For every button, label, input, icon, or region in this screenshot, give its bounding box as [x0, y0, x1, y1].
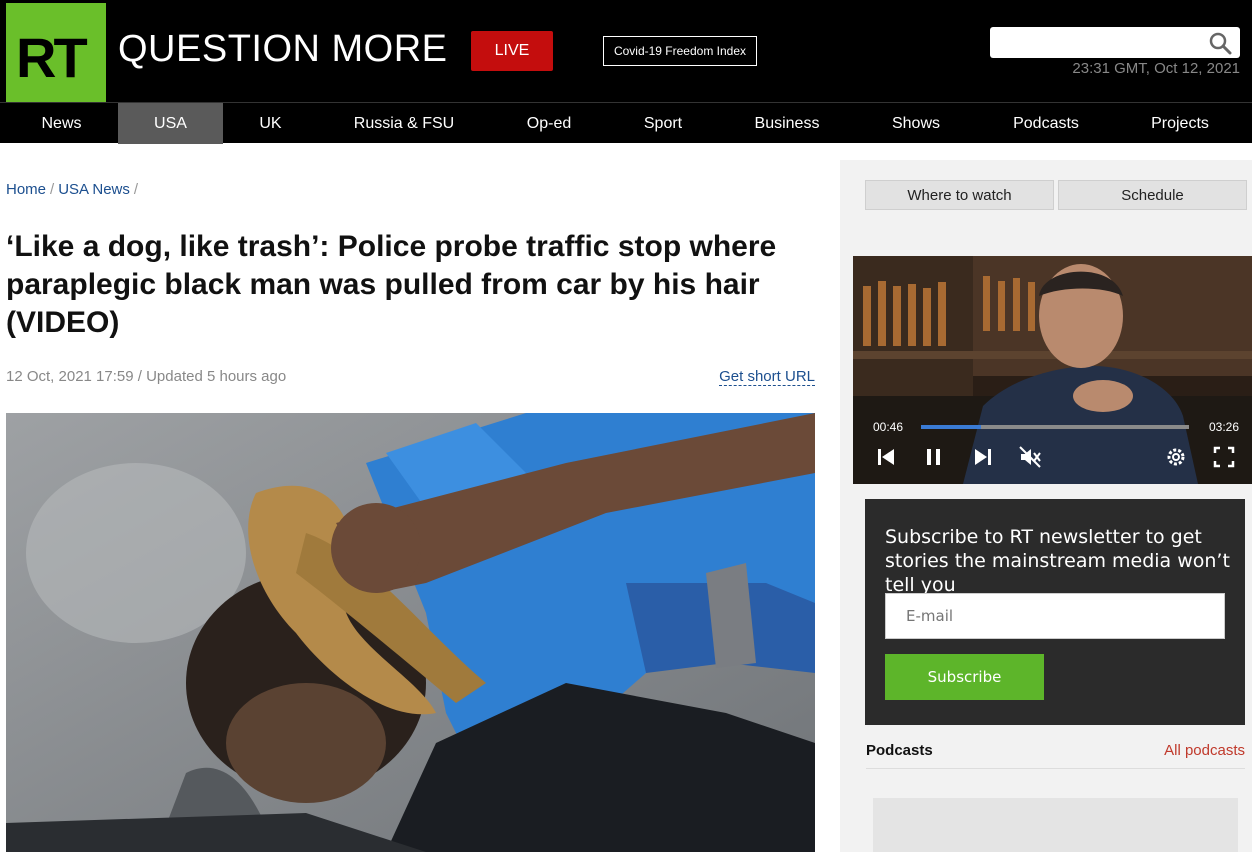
schedule-button[interactable]: Schedule	[1058, 180, 1247, 210]
breadcrumb-usa-news[interactable]: USA News	[58, 181, 130, 198]
article-headline: ‘Like a dog, like trash’: Police probe t…	[6, 230, 777, 339]
divider	[866, 768, 1245, 769]
fullscreen-icon[interactable]	[1211, 444, 1237, 470]
video-progress-fill	[921, 425, 981, 429]
where-to-watch-button[interactable]: Where to watch	[865, 180, 1054, 210]
video-progress-bar[interactable]	[921, 425, 1189, 429]
live-button[interactable]: LIVE	[471, 31, 553, 71]
article-hero-image	[6, 413, 815, 852]
settings-gear-icon[interactable]	[1163, 444, 1189, 470]
nav-item-shows[interactable]: Shows	[856, 103, 976, 144]
covid-index-button[interactable]: Covid-19 Freedom Index	[603, 36, 757, 66]
search-icon[interactable]	[1208, 31, 1232, 55]
nav-item-russia-fsu[interactable]: Russia & FSU	[318, 103, 490, 144]
next-icon[interactable]	[970, 444, 996, 470]
nav-item-news[interactable]: News	[4, 103, 119, 144]
podcasts-heading: Podcasts	[866, 742, 933, 759]
podcast-card[interactable]	[873, 798, 1238, 852]
previous-icon[interactable]	[873, 444, 899, 470]
newsletter-box: Subscribe to RT newsletter to get storie…	[865, 499, 1245, 725]
pause-icon[interactable]	[921, 444, 947, 470]
header-datetime: 23:31 GMT, Oct 12, 2021	[1072, 60, 1240, 77]
site-header: RT QUESTION MORE LIVE Covid-19 Freedom I…	[0, 0, 1252, 102]
search-input[interactable]	[990, 27, 1240, 58]
rt-logo-text: RT	[16, 26, 88, 89]
article-meta: 12 Oct, 2021 17:59 / Updated 5 hours ago	[6, 368, 287, 385]
live-video-player[interactable]	[853, 256, 1252, 484]
all-podcasts-link[interactable]: All podcasts	[1164, 742, 1245, 759]
mute-icon[interactable]	[1017, 444, 1043, 470]
nav-item-usa[interactable]: USA	[118, 103, 223, 144]
main-nav: News USA UK Russia & FSU Op-ed Sport Bus…	[0, 102, 1252, 144]
video-duration: 03:26	[1209, 420, 1240, 434]
nav-item-projects[interactable]: Projects	[1116, 103, 1244, 144]
get-short-url-link[interactable]: Get short URL	[719, 368, 815, 386]
rt-logo[interactable]: RT	[6, 3, 106, 102]
email-field[interactable]	[885, 593, 1225, 639]
nav-item-uk[interactable]: UK	[223, 103, 318, 144]
subscribe-button[interactable]: Subscribe	[885, 654, 1044, 700]
breadcrumb-home[interactable]: Home	[6, 181, 46, 198]
nav-item-op-ed[interactable]: Op-ed	[490, 103, 608, 144]
breadcrumb: Home / USA News /	[6, 181, 142, 198]
nav-item-business[interactable]: Business	[718, 103, 856, 144]
nav-item-sport[interactable]: Sport	[608, 103, 718, 144]
hero-image-graphic	[6, 413, 815, 852]
video-frame-graphic	[853, 256, 1252, 484]
breadcrumb-separator: /	[50, 181, 55, 198]
nav-item-podcasts[interactable]: Podcasts	[976, 103, 1116, 144]
brand-slogan: QUESTION MORE	[118, 28, 448, 70]
newsletter-text: Subscribe to RT newsletter to get storie…	[885, 526, 1230, 596]
video-current-time: 00:46	[873, 420, 904, 434]
breadcrumb-separator: /	[133, 181, 139, 198]
